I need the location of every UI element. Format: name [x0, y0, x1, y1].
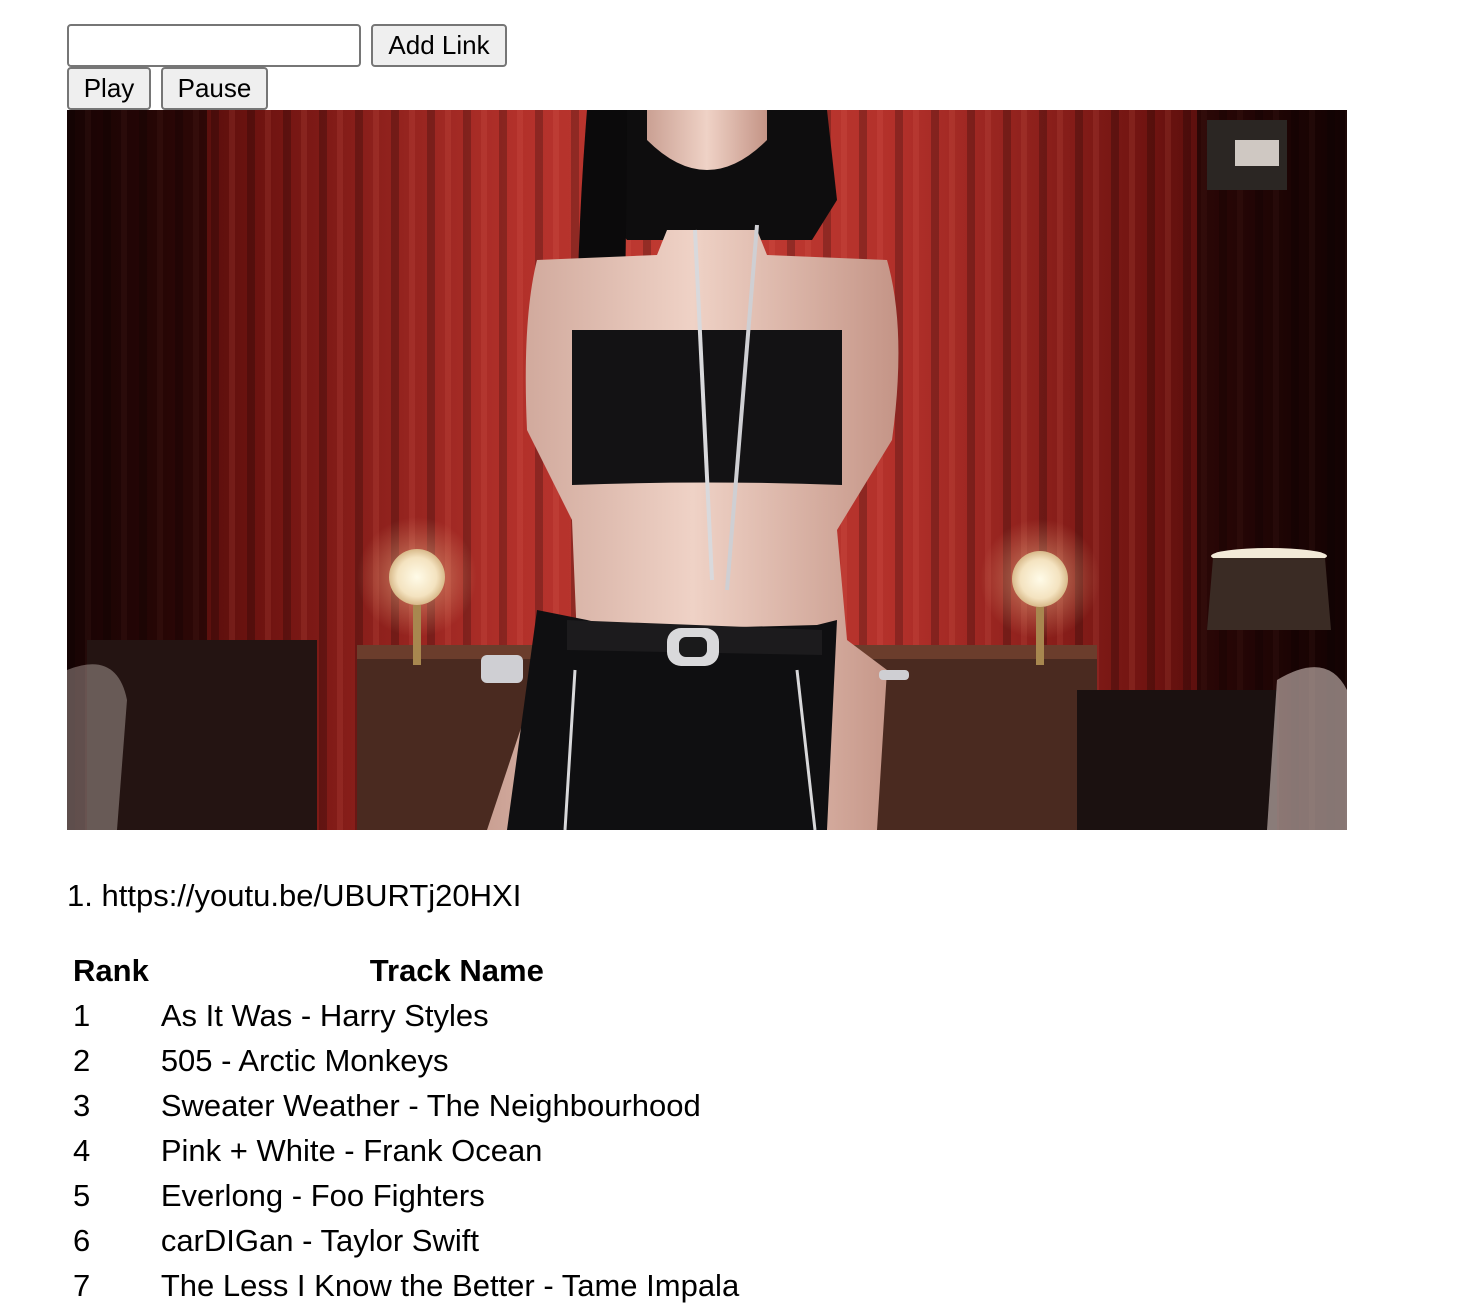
playlist-item[interactable]: 1. https://youtu.be/UBURTj20HXI — [67, 874, 521, 918]
track-rank: 5 — [73, 1177, 91, 1213]
track-rank: 2 — [73, 1042, 91, 1078]
track-name: carDIGan - Taylor Swift — [160, 1222, 479, 1258]
app-container: Add Link Play Pause 1. https://youtu.be/… — [67, 24, 1447, 1303]
table-row: 4 Pink + White - Frank Ocean — [67, 1128, 759, 1173]
playback-controls: Play Pause — [67, 67, 1447, 110]
rank-column-header: Rank — [73, 952, 149, 988]
table-row: 5 Everlong - Foo Fighters — [67, 1173, 759, 1218]
table-row: 3 Sweater Weather - The Neighbourhood — [67, 1083, 759, 1128]
track-rank: 4 — [73, 1132, 91, 1168]
playlist: 1. https://youtu.be/UBURTj20HXI — [67, 874, 521, 918]
table-row: 7 The Less I Know the Better - Tame Impa… — [67, 1263, 759, 1308]
link-input[interactable] — [67, 24, 361, 67]
video-player[interactable] — [67, 110, 1347, 830]
track-name-column-header: Track Name — [369, 952, 544, 988]
add-link-button[interactable]: Add Link — [371, 24, 507, 67]
track-rank: 6 — [73, 1222, 91, 1258]
track-name: As It Was - Harry Styles — [160, 997, 489, 1033]
pause-button[interactable]: Pause — [161, 67, 268, 110]
playlist-item-url[interactable]: https://youtu.be/UBURTj20HXI — [101, 878, 521, 913]
video-frame-image — [67, 110, 1347, 830]
track-table: Rank Track Name 1 As It Was - Harry Styl… — [67, 948, 759, 1308]
track-name: 505 - Arctic Monkeys — [160, 1042, 449, 1078]
track-name: The Less I Know the Better - Tame Impala — [160, 1267, 740, 1303]
track-name: Pink + White - Frank Ocean — [160, 1132, 543, 1168]
play-button[interactable]: Play — [67, 67, 151, 110]
table-row: 6 carDIGan - Taylor Swift — [67, 1218, 759, 1263]
track-name: Sweater Weather - The Neighbourhood — [160, 1087, 701, 1123]
track-rank: 1 — [73, 997, 91, 1033]
playlist-item-number: 1. — [67, 878, 93, 913]
track-name: Everlong - Foo Fighters — [160, 1177, 485, 1213]
track-rank: 7 — [73, 1267, 91, 1303]
track-rank: 3 — [73, 1087, 91, 1123]
table-row: 1 As It Was - Harry Styles — [67, 993, 759, 1038]
track-table-header-row: Rank Track Name — [67, 948, 759, 993]
table-row: 2 505 - Arctic Monkeys — [67, 1038, 759, 1083]
link-controls: Add Link — [67, 24, 1447, 67]
